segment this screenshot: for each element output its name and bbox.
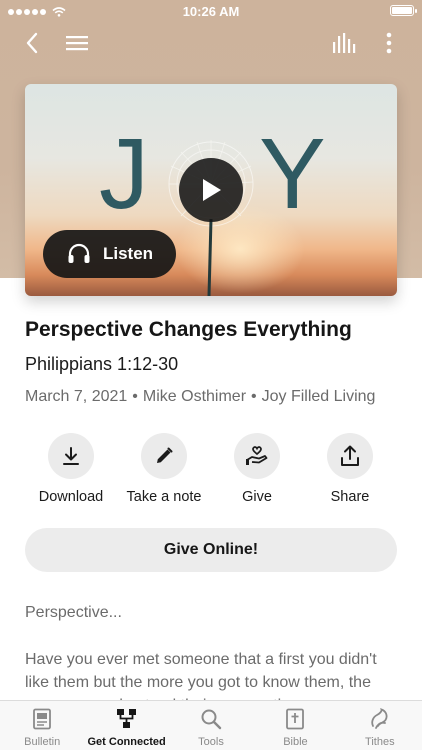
audio-button[interactable] xyxy=(329,28,361,58)
share-label: Share xyxy=(330,489,370,505)
connected-icon xyxy=(116,709,136,728)
tab-label: Get Connected xyxy=(87,736,166,748)
pencil-icon xyxy=(157,447,173,463)
wifi-icon xyxy=(52,7,66,17)
download-label: Download xyxy=(38,489,104,505)
battery-icon xyxy=(390,5,417,16)
description-heading: Perspective... xyxy=(25,604,122,621)
download-icon xyxy=(63,447,79,465)
sermon-series[interactable]: Joy Filled Living xyxy=(262,388,376,405)
tab-label: Tithes xyxy=(365,736,395,748)
give-button[interactable]: Give xyxy=(207,433,307,505)
sermon-speaker[interactable]: Mike Osthimer xyxy=(143,388,246,405)
action-row: Download Take a note Give Share xyxy=(0,433,422,513)
more-button[interactable] xyxy=(373,28,405,58)
play-button[interactable] xyxy=(179,158,243,222)
tab-label: Tools xyxy=(198,736,224,748)
meta-separator: • xyxy=(251,388,257,405)
listen-button[interactable]: Listen xyxy=(43,230,176,278)
audio-bars-icon xyxy=(333,33,356,53)
take-note-button[interactable]: Take a note xyxy=(114,433,214,505)
sermon-artwork: J Y Listen xyxy=(25,84,397,296)
more-vertical-icon xyxy=(386,32,392,54)
scripture-reference: Philippians 1:12-30 xyxy=(25,354,179,374)
bulletin-icon xyxy=(33,708,52,730)
tab-get-connected[interactable]: Get Connected xyxy=(84,701,168,750)
give-online-button[interactable]: Give Online! xyxy=(25,528,397,572)
hamburger-menu-icon xyxy=(66,36,88,51)
take-note-label: Take a note xyxy=(126,489,202,505)
bible-icon xyxy=(286,708,305,730)
give-label: Give xyxy=(242,489,272,505)
art-letter-j: J xyxy=(99,118,149,230)
tab-tools[interactable]: Tools xyxy=(169,701,253,750)
art-letter-y: Y xyxy=(259,118,326,230)
signal-icon xyxy=(8,7,66,17)
tab-label: Bible xyxy=(283,736,308,748)
search-icon xyxy=(201,709,222,730)
meta-separator: • xyxy=(132,388,138,405)
play-icon xyxy=(203,179,221,201)
tab-tithes[interactable]: Tithes xyxy=(338,701,422,750)
menu-button[interactable] xyxy=(61,28,93,58)
share-button[interactable]: Share xyxy=(300,433,400,505)
sermon-date: March 7, 2021 xyxy=(25,388,128,405)
battery-level xyxy=(392,7,412,14)
listen-label: Listen xyxy=(103,244,154,263)
back-button[interactable] xyxy=(16,28,48,58)
tab-bible[interactable]: Bible xyxy=(253,701,337,750)
chevron-left-icon xyxy=(26,32,38,54)
tithes-icon xyxy=(371,708,388,729)
hand-heart-icon xyxy=(246,446,268,465)
tab-bulletin[interactable]: Bulletin xyxy=(0,701,84,750)
tab-label: Bulletin xyxy=(24,736,61,748)
status-bar: 10:26 AM xyxy=(0,0,422,22)
share-icon xyxy=(341,445,359,466)
headphones-icon xyxy=(68,243,90,263)
download-button[interactable]: Download xyxy=(21,433,121,505)
sermon-meta: March 7, 2021 • Mike Osthimer • Joy Filled L… xyxy=(25,388,375,406)
status-time: 10:26 AM xyxy=(182,3,240,19)
tab-bar: Bulletin Get Connected Tools Bible Tithe… xyxy=(0,700,422,750)
sermon-title: Perspective Changes Everything xyxy=(25,318,352,341)
